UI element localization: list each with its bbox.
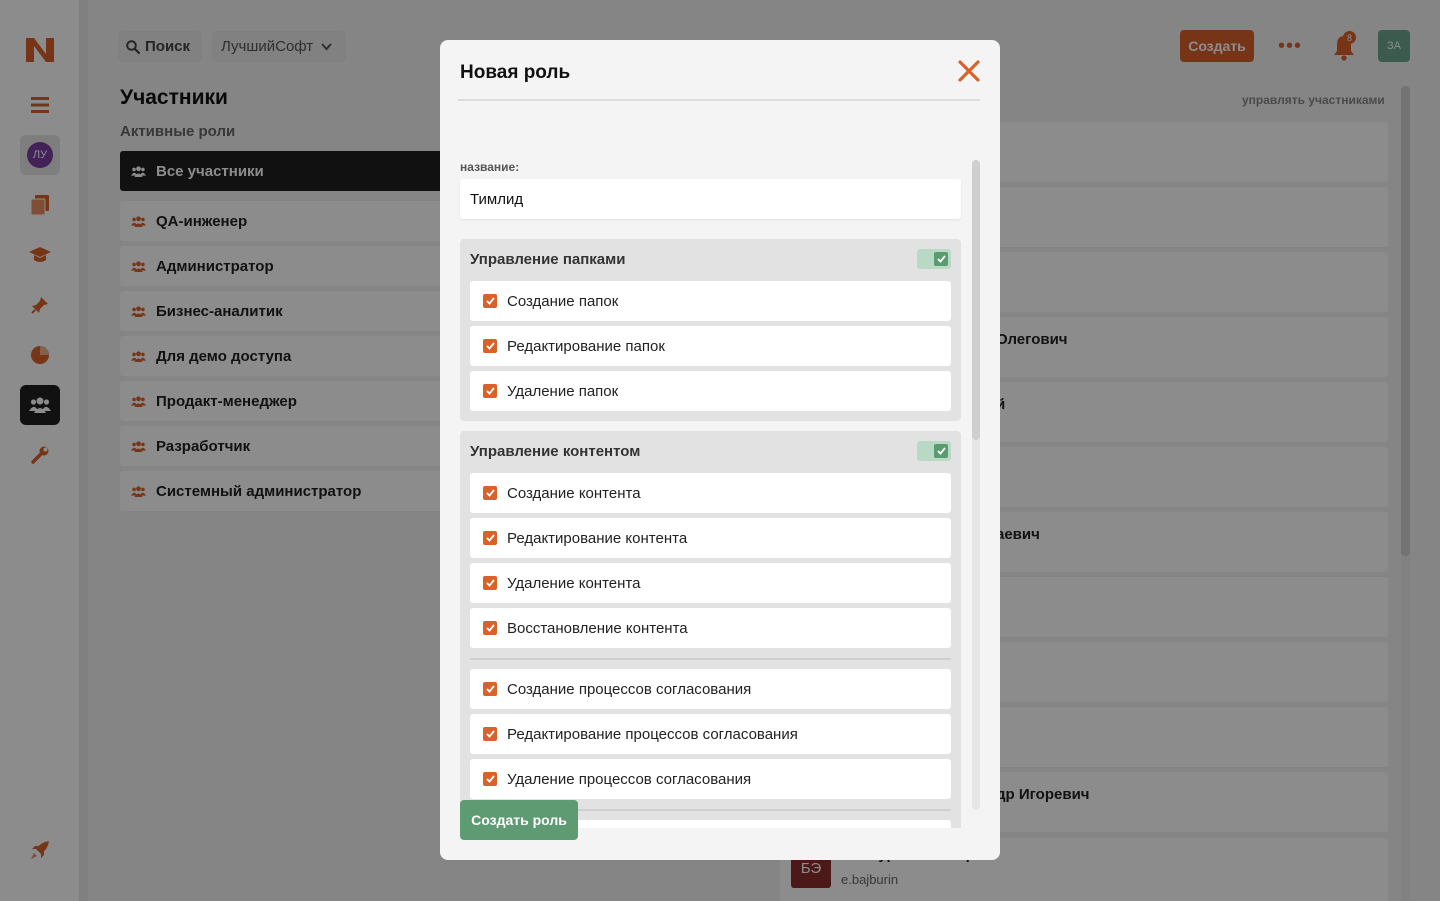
permission-label: Создание папок [507, 292, 619, 310]
checkbox-checked-icon[interactable] [483, 339, 497, 353]
permission-item[interactable]: Удаление папок [470, 371, 951, 411]
checkbox-checked-icon[interactable] [483, 621, 497, 635]
divider [470, 658, 951, 660]
permission-label: Редактирование контента [507, 529, 688, 547]
permission-item[interactable]: Создание процессов согласования [470, 669, 951, 709]
permission-item[interactable]: Редактирование контента [470, 518, 951, 558]
name-label: название: [460, 160, 520, 174]
checkbox-checked-icon[interactable] [483, 576, 497, 590]
permission-label: Удаление контента [507, 574, 641, 592]
permission-item[interactable]: Редактирование папок [470, 326, 951, 366]
checkbox-checked-icon[interactable] [483, 682, 497, 696]
role-name-input[interactable] [460, 179, 961, 219]
modal-scrollbar[interactable] [972, 160, 980, 810]
group-title: Управление папками [470, 251, 626, 268]
group-toggle[interactable] [917, 249, 951, 269]
permission-label: Создание контента [507, 484, 641, 502]
permission-group-content: Управление контентом Создание контента Р… [460, 431, 961, 828]
permission-item[interactable]: Удаление процессов согласования [470, 759, 951, 799]
group-header: Управление контентом [460, 431, 961, 473]
check-icon [934, 252, 948, 266]
permission-label: Создание процессов согласования [507, 680, 752, 698]
modal-title: Новая роль [460, 62, 571, 83]
permission-label: Редактирование процессов согласования [507, 725, 798, 743]
checkbox-checked-icon[interactable] [483, 772, 497, 786]
create-role-button[interactable]: Создать роль [460, 800, 578, 840]
group-header: Управление папками [460, 239, 961, 281]
permission-item[interactable]: Создание папок [470, 281, 951, 321]
permission-label: Редактирование папок [507, 337, 665, 355]
checkbox-checked-icon[interactable] [483, 294, 497, 308]
permission-label: Восстановление контента [507, 619, 688, 637]
permission-label: Удаление процессов согласования [507, 770, 752, 788]
check-icon [934, 444, 948, 458]
divider [458, 99, 980, 101]
checkbox-checked-icon[interactable] [483, 727, 497, 741]
close-icon[interactable] [956, 58, 982, 84]
permission-group-folders: Управление папками Создание папок Редакт… [460, 239, 961, 421]
checkbox-checked-icon[interactable] [483, 531, 497, 545]
checkbox-checked-icon[interactable] [483, 384, 497, 398]
checkbox-checked-icon[interactable] [483, 486, 497, 500]
new-role-modal: Новая роль название: Управление папками … [440, 40, 1000, 860]
group-title: Управление контентом [470, 443, 641, 460]
permission-item[interactable]: Удаление контента [470, 563, 951, 603]
scrollbar-thumb[interactable] [972, 160, 980, 440]
permission-item[interactable]: Создание контента [470, 473, 951, 513]
permission-label: Удаление папок [507, 382, 619, 400]
permission-item[interactable]: Редактирование процессов согласования [470, 714, 951, 754]
modal-body: название: Управление папками Создание па… [440, 102, 1000, 828]
group-toggle[interactable] [917, 441, 951, 461]
permission-item[interactable]: Восстановление контента [470, 608, 951, 648]
